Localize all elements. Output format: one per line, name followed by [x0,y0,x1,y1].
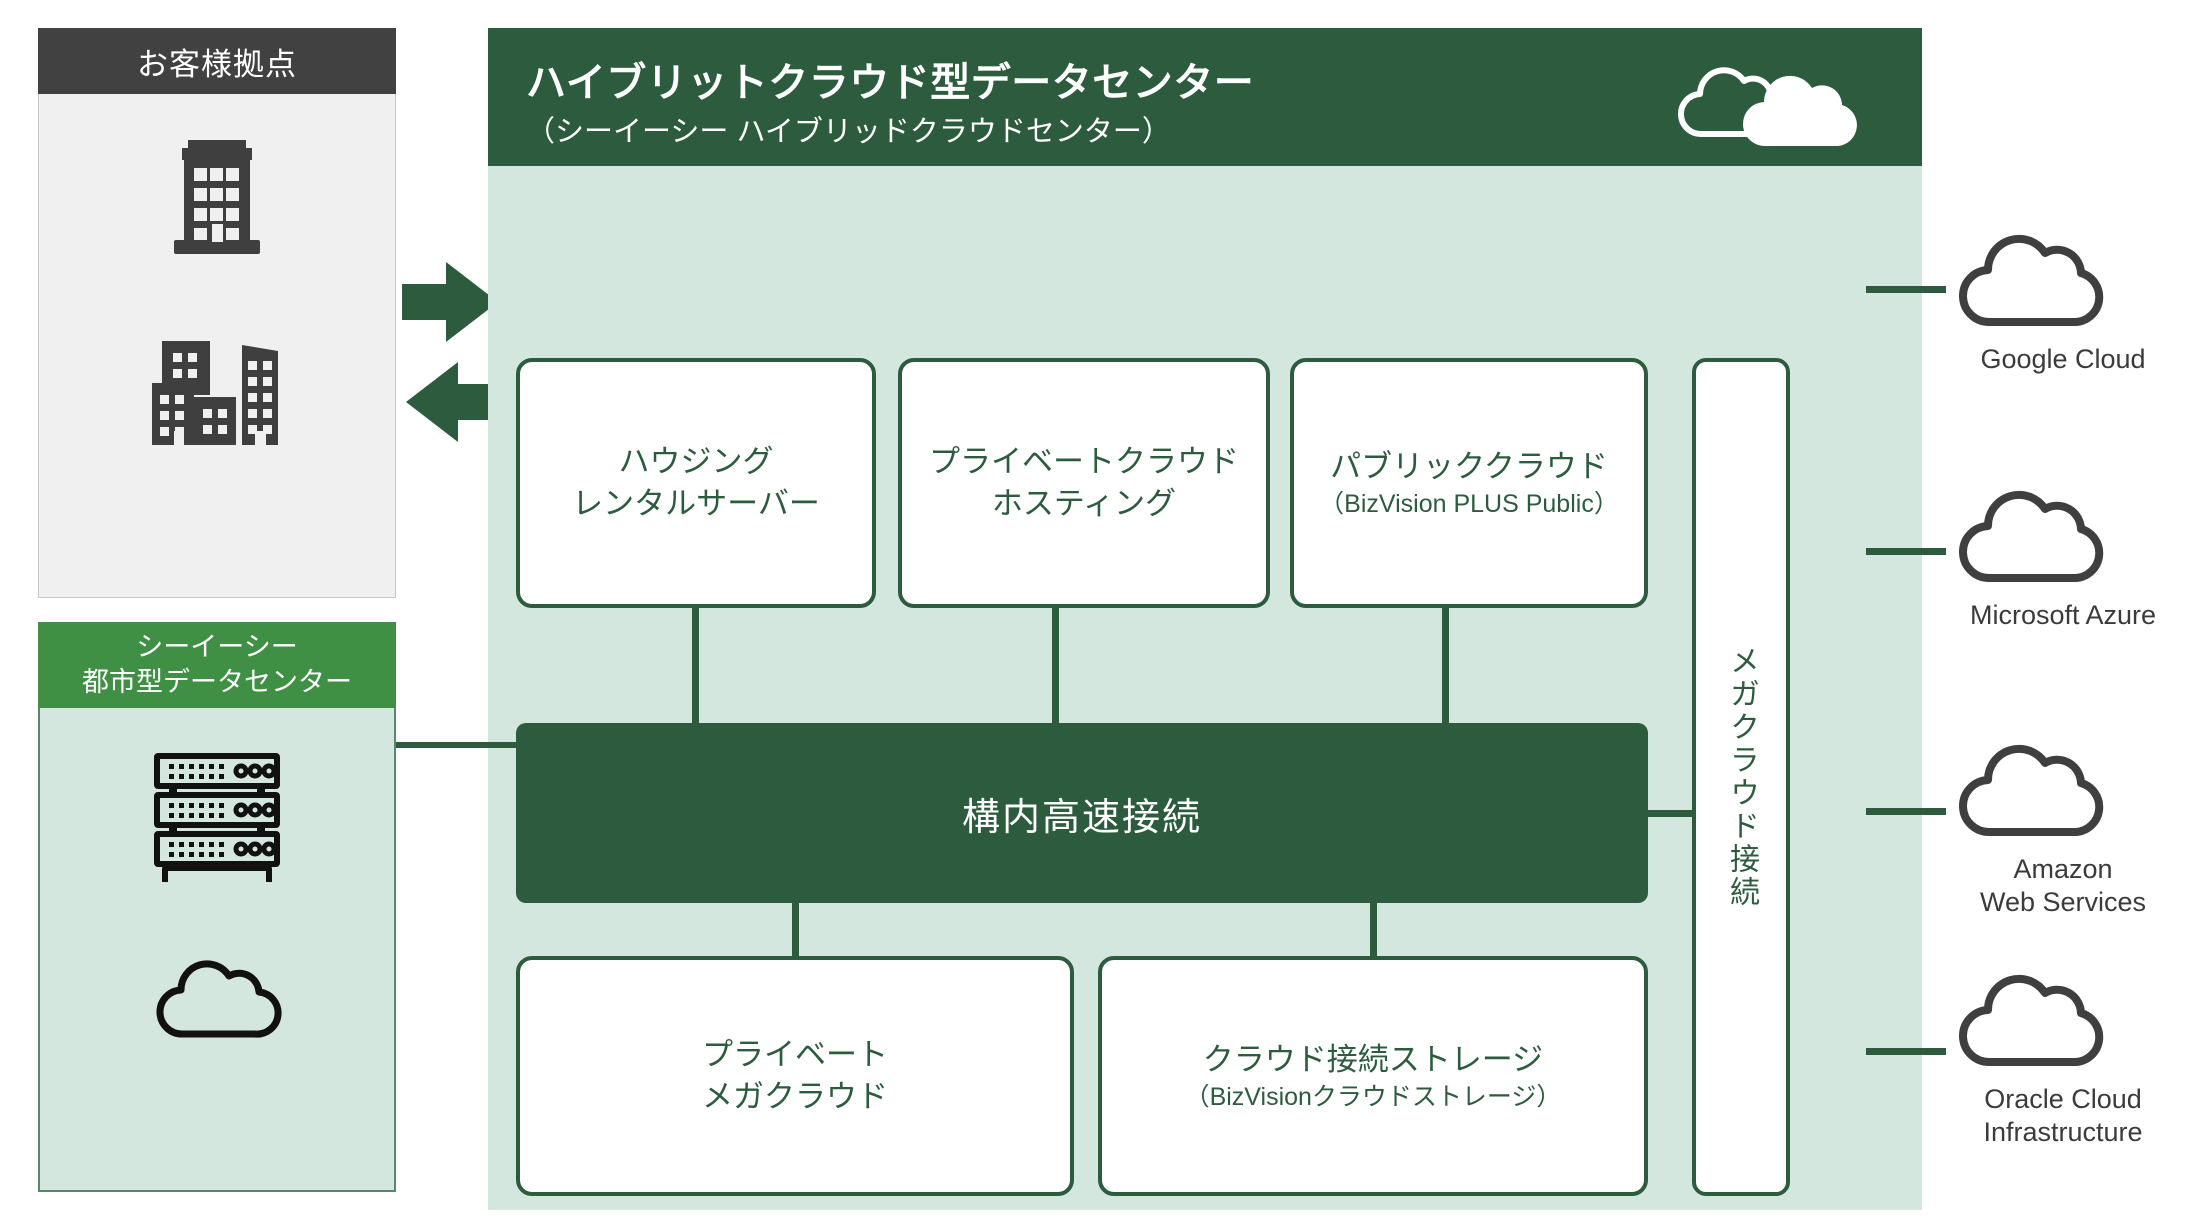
cloud-outline-icon [1948,732,2178,847]
cloud-provider-azure[interactable]: Microsoft Azure [1938,478,2188,632]
cloud-provider-google[interactable]: Google Cloud [1938,222,2188,376]
core-high-speed-connection-bar: 構内高速接続 [516,723,1648,903]
service-box-public-cloud[interactable]: パブリッククラウド （BizVision PLUS Public） [1290,358,1648,608]
cloud-provider-google-label: Google Cloud [1980,344,2146,374]
cloud-outline-icon [1948,962,2178,1077]
customer-site-panel: お客様拠点 [38,28,396,598]
connector-core-bot2 [1370,898,1377,960]
service-box-private-cloud-hosting[interactable]: プライベートクラウド ホスティング [898,358,1270,608]
service-box-private-megacloud-line1: プライベート [702,1037,888,1073]
city-datacenter-body [38,708,396,1192]
core-high-speed-connection-label: 構内高速接続 [961,796,1202,839]
cloud-outline-icon [1948,478,2178,593]
customer-site-header: お客様拠点 [38,28,396,94]
cloud-provider-aws[interactable]: Amazon Web Services [1938,732,2188,920]
service-box-housing-line1: ハウジング [618,444,774,480]
diagram-canvas: お客様拠点 シーイーシー 都市型データセンター ハイブリットクラウド型データセン… [0,0,2198,1217]
hybrid-datacenter-panel: ハイブリットクラウド型データセンター （シーイーシー ハイブリッドクラウドセンタ… [488,28,1922,1210]
office-building-icon [162,134,272,264]
page-subtitle: （シーイーシー ハイブリッドクラウドセンター） [526,116,1171,148]
service-box-private-megacloud[interactable]: プライベート メガクラウド [516,956,1074,1196]
cloud-provider-oracle-label: Oracle Cloud Infrastructure [1983,1084,2143,1148]
connector-core-megabar [1644,810,1696,817]
connector-core-bot1 [792,898,799,960]
customer-site-title: お客様拠点 [137,46,297,82]
service-box-housing-line2: レンタルサーバー [572,486,820,521]
service-box-public-cloud-sub: （BizVision PLUS Public） [1319,490,1619,519]
link-citydc-core [396,742,516,748]
city-datacenter-title-line2: 都市型データセンター [82,667,352,697]
service-box-cloud-storage-line1: クラウド接続ストレージ [1202,1041,1544,1077]
connector-top3-core [1442,604,1449,728]
link-megabar-aws [1866,808,1946,815]
service-box-private-megacloud-line2: メガクラウド [702,1079,888,1114]
megacloud-connection-bar[interactable]: メガクラウド接続 [1692,358,1790,1196]
customer-site-body [38,94,396,598]
cloud-outline-icon [149,948,285,1045]
page-title: ハイブリットクラウド型データセンター [526,61,1255,105]
link-megabar-google [1866,286,1946,293]
service-box-cloud-storage[interactable]: クラウド接続ストレージ （BizVisionクラウドストレージ） [1098,956,1648,1196]
city-datacenter-panel: シーイーシー 都市型データセンター [38,622,396,1192]
arrow-right-icon [402,262,498,342]
connector-top2-core [1052,604,1059,728]
city-datacenter-title-line1: シーイーシー [136,632,298,663]
city-datacenter-header: シーイーシー 都市型データセンター [38,622,396,708]
city-buildings-icon [132,339,302,464]
megacloud-connection-label: メガクラウド接続 [1725,645,1758,909]
cloud-provider-azure-label: Microsoft Azure [1969,600,2157,630]
service-box-private-cloud-hosting-line1: プライベートクラウド [929,444,1239,480]
double-cloud-icon [1662,50,1880,155]
cloud-outline-icon [1948,222,2178,337]
service-box-housing[interactable]: ハウジング レンタルサーバー [516,358,876,608]
server-rack-icon [151,750,283,891]
link-megabar-azure [1866,548,1946,555]
service-box-private-cloud-hosting-line2: ホスティング [991,486,1177,521]
datacenter-body: ハウジング レンタルサーバー プライベートクラウド ホスティング パブリッククラ… [488,166,1922,1210]
link-megabar-oracle [1866,1048,1946,1055]
service-box-cloud-storage-sub: （BizVisionクラウドストレージ） [1184,1083,1562,1112]
datacenter-header: ハイブリットクラウド型データセンター （シーイーシー ハイブリッドクラウドセンタ… [488,28,1922,166]
cloud-provider-oracle[interactable]: Oracle Cloud Infrastructure [1938,962,2188,1150]
service-box-public-cloud-line1: パブリッククラウド [1330,448,1608,484]
cloud-provider-aws-label: Amazon Web Services [1979,854,2147,918]
connector-top1-core [692,604,699,728]
